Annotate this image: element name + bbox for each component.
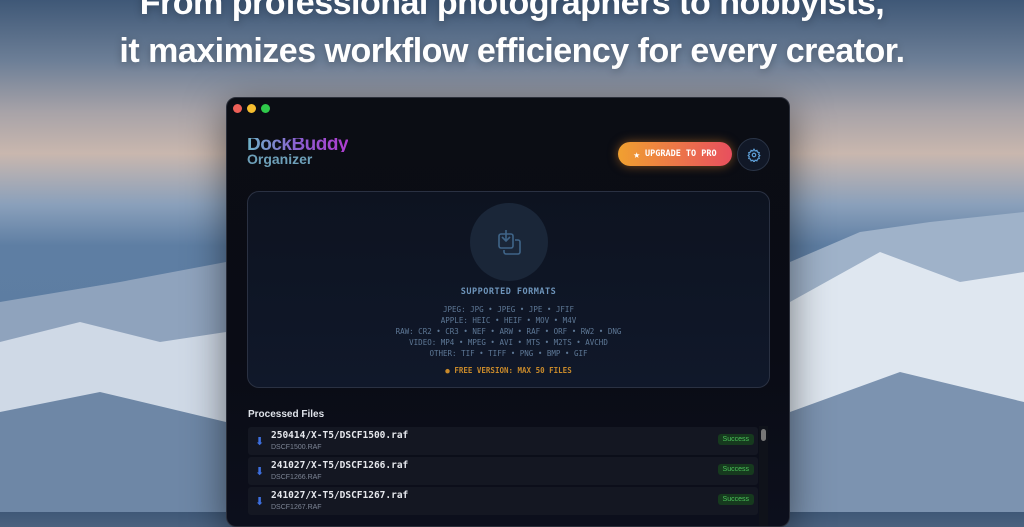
- headline-line-2: it maximizes workflow efficiency for eve…: [119, 32, 905, 70]
- zoom-window-button[interactable]: [261, 104, 270, 113]
- file-row[interactable]: ⬇ 250414/X-T5/DSCF1500.raf DSCF1500.RAF …: [248, 427, 758, 455]
- minimize-window-button[interactable]: [247, 104, 256, 113]
- format-line: VIDEO: MP4 • MPEG • AVI • MTS • M2TS • A…: [409, 338, 608, 347]
- format-line: RAW: CR2 • CR3 • NEF • ARW • RAF • ORF •…: [395, 327, 622, 336]
- format-line: OTHER: TIF • TIFF • PNG • BMP • GIF: [429, 349, 588, 358]
- download-icon: ⬇: [255, 466, 265, 478]
- import-icon: [498, 230, 521, 255]
- headline-line-1: From professional photographers to hobby…: [139, 0, 885, 22]
- logo-title: DockBuddy: [247, 134, 349, 155]
- file-name: DSCF1266.RAF: [271, 474, 322, 481]
- app-window: DockBuddy Organizer ★ UPGRADE TO PRO SUP…: [226, 97, 790, 527]
- status-badge: Success: [717, 494, 754, 505]
- close-window-button[interactable]: [233, 104, 242, 113]
- gear-icon: [746, 147, 761, 162]
- star-icon: ★: [633, 147, 640, 161]
- app-logo: DockBuddy Organizer: [247, 134, 349, 166]
- import-button[interactable]: [470, 203, 548, 281]
- file-name: DSCF1267.RAF: [271, 504, 322, 511]
- file-row[interactable]: ⬇ 241027/X-T5/DSCF1267.raf DSCF1267.RAF …: [248, 487, 758, 515]
- file-drop-zone[interactable]: SUPPORTED FORMATS JPEG: JPG • JPEG • JPE…: [247, 191, 770, 388]
- file-path: 250414/X-T5/DSCF1500.raf: [271, 430, 409, 441]
- processed-files-title: Processed Files: [248, 409, 325, 420]
- file-row[interactable]: ⬇ 241027/X-T5/DSCF1266.raf DSCF1266.RAF …: [248, 457, 758, 485]
- format-line: JPEG: JPG • JPEG • JPE • JFIF: [443, 305, 574, 314]
- coin-icon: ●: [445, 366, 450, 375]
- status-badge: Success: [717, 434, 754, 445]
- upgrade-to-pro-button[interactable]: ★ UPGRADE TO PRO: [618, 142, 732, 166]
- formats-title: SUPPORTED FORMATS: [460, 287, 557, 297]
- format-line: APPLE: HEIC • HEIF • MOV • M4V: [440, 316, 577, 325]
- download-icon: ⬇: [255, 436, 265, 448]
- status-badge: Success: [717, 464, 754, 475]
- free-notice-text: FREE VERSION: MAX 50 FILES: [454, 366, 572, 375]
- free-version-notice: ● FREE VERSION: MAX 50 FILES: [248, 366, 769, 375]
- file-path: 241027/X-T5/DSCF1266.raf: [271, 460, 409, 471]
- settings-button[interactable]: [737, 138, 770, 171]
- scrollbar-thumb[interactable]: [761, 429, 766, 441]
- upgrade-label: UPGRADE TO PRO: [644, 149, 717, 159]
- file-path: 241027/X-T5/DSCF1267.raf: [271, 490, 409, 501]
- download-icon: ⬇: [255, 496, 265, 508]
- file-name: DSCF1500.RAF: [271, 444, 322, 451]
